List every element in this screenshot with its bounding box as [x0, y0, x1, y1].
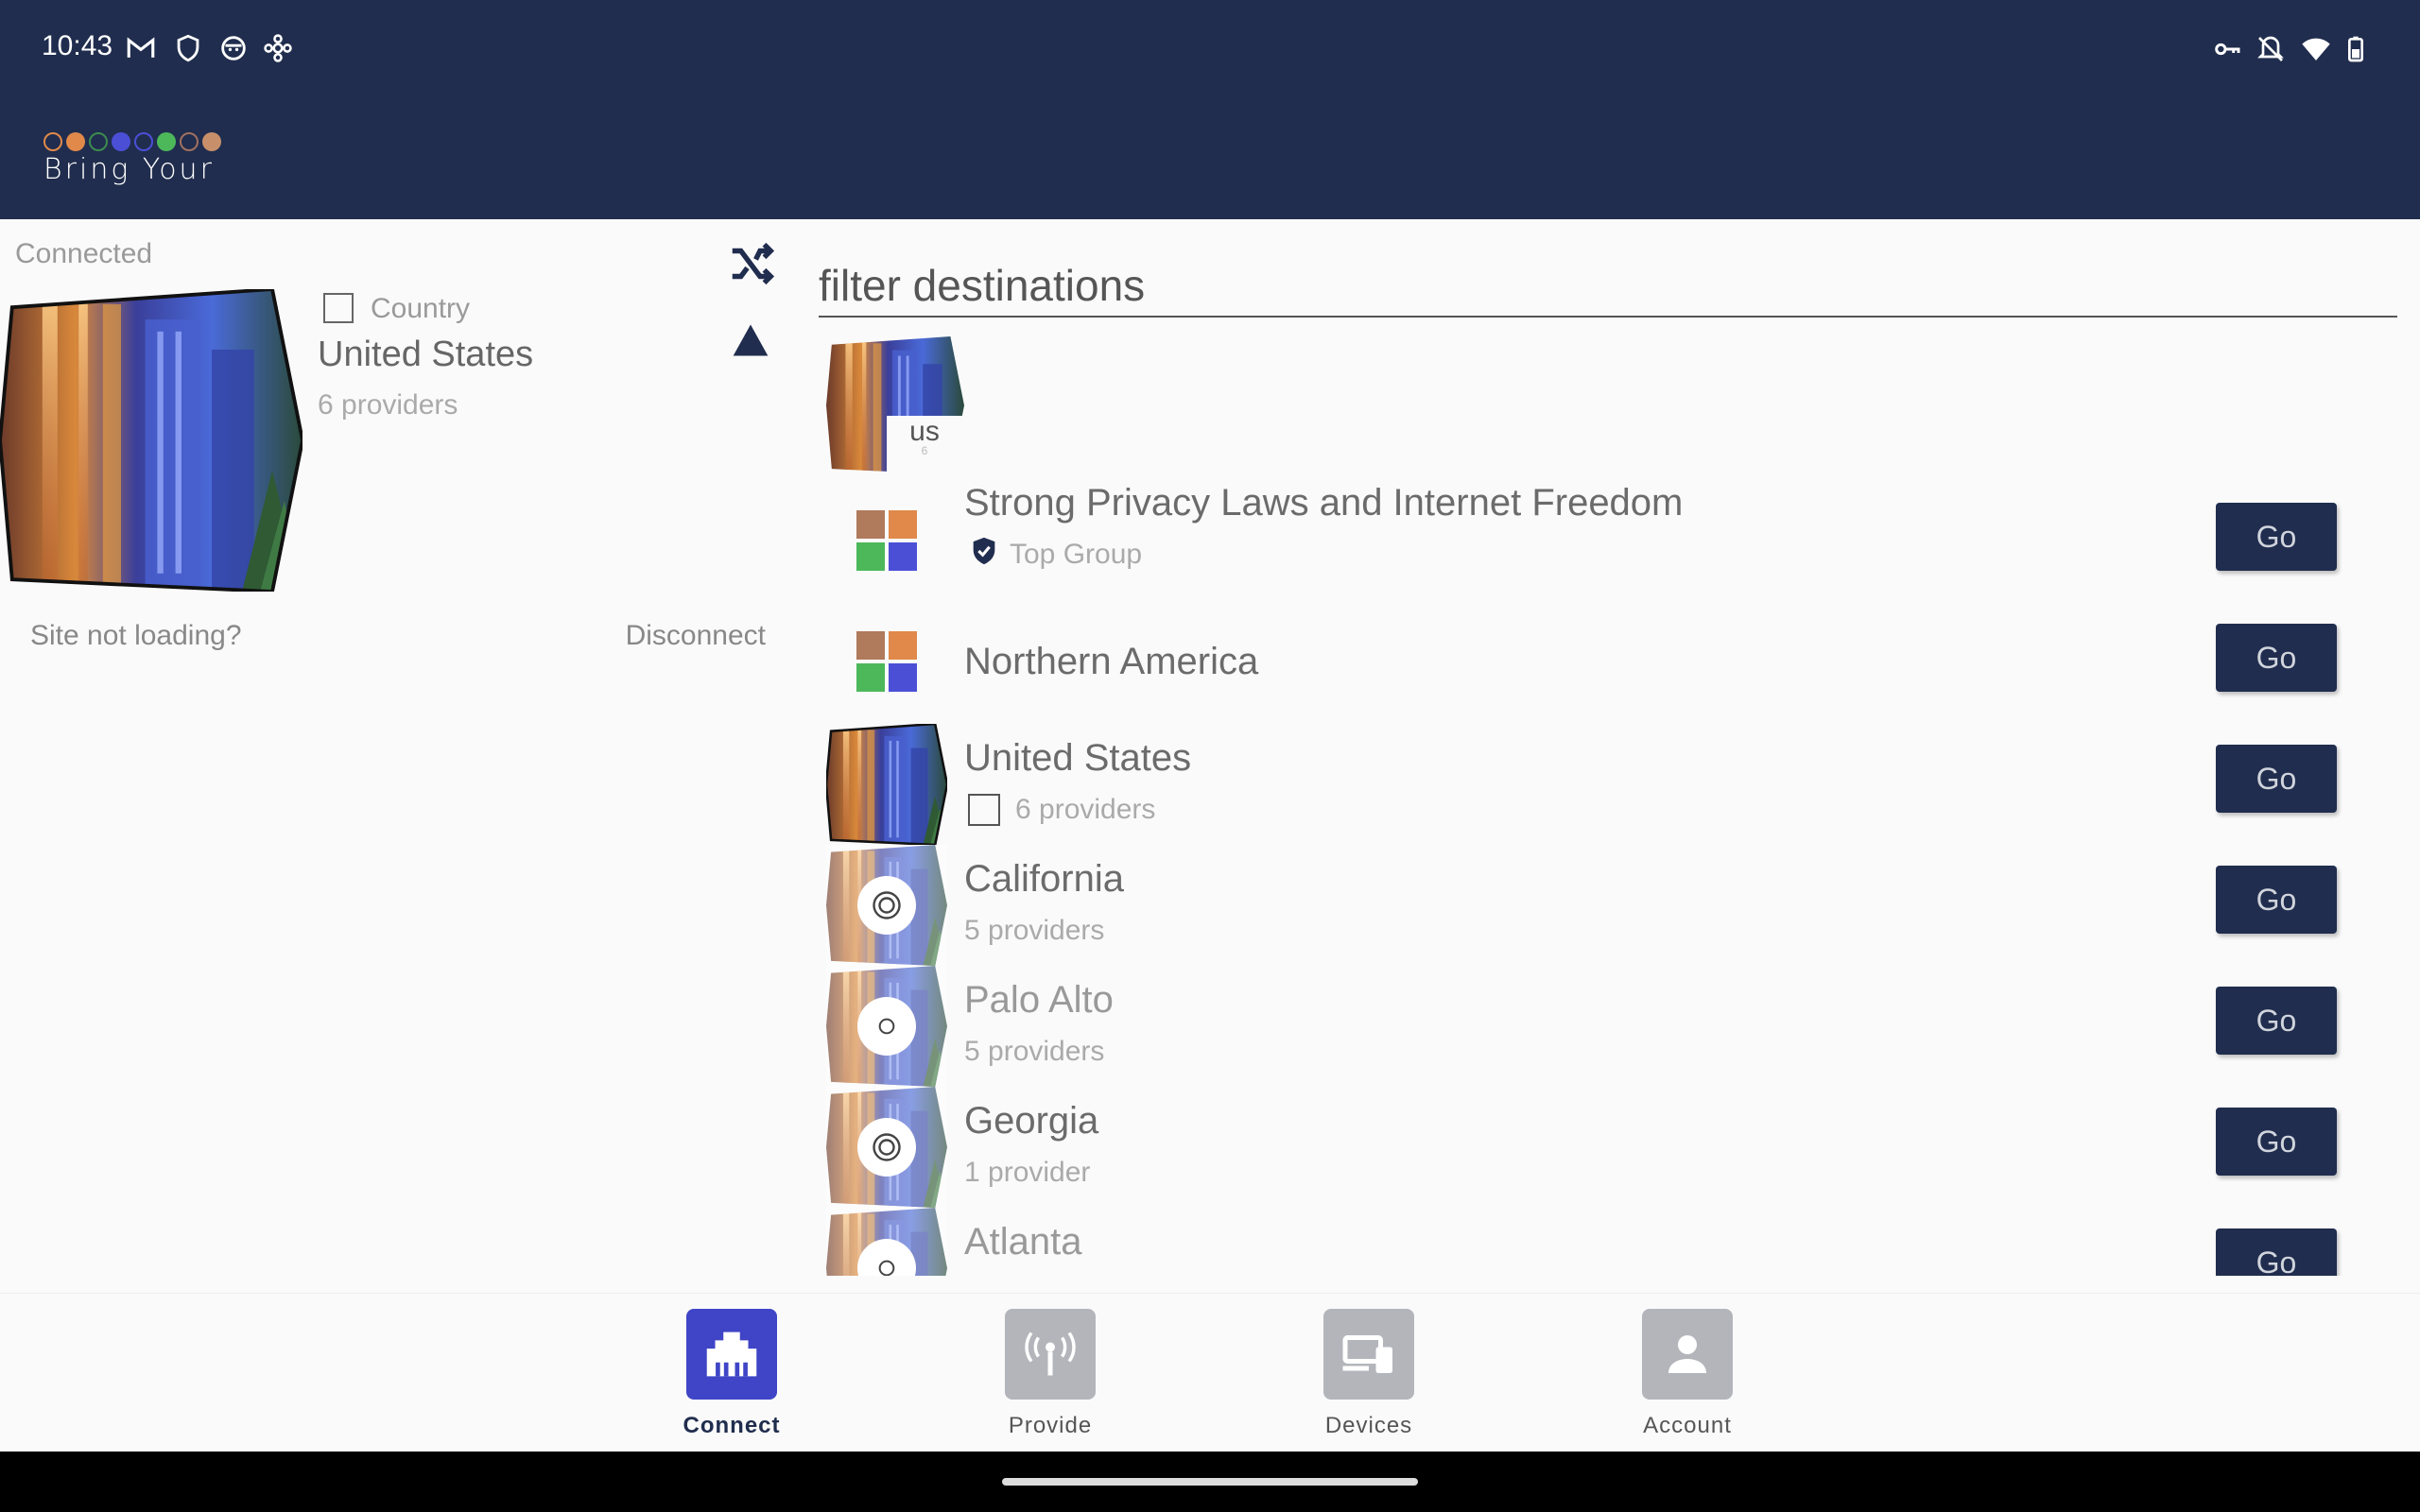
destinations-list: us 6 Strong Privacy Laws and Internet Fr… [824, 331, 2394, 1276]
us-tile-count: 6 [921, 444, 928, 457]
devices-tile [1323, 1309, 1414, 1400]
region-icon [857, 1118, 916, 1177]
location-thumbnail [826, 1208, 947, 1276]
go-button[interactable]: Go [2216, 866, 2337, 934]
list-item-subtitle: Top Group [1010, 539, 1143, 570]
nav-connect-label: Connect [683, 1413, 781, 1438]
verified-shield-icon [973, 537, 995, 565]
go-button[interactable]: Go [2216, 987, 2337, 1055]
us-tile-label: us 6 [887, 416, 962, 474]
location-thumbnail [826, 966, 947, 1087]
nav-connect[interactable]: Connect [656, 1309, 807, 1451]
mute-icon [2257, 36, 2284, 61]
logo-dot [180, 132, 199, 151]
go-button[interactable]: Go [2216, 745, 2337, 813]
us-tile-code: us [909, 416, 940, 447]
list-item-northern-america[interactable]: Northern America Go [824, 603, 2394, 724]
logo-dot [89, 132, 108, 151]
list-item-title: Northern America [964, 641, 1259, 682]
nav-provide[interactable]: Provide [975, 1309, 1126, 1451]
shuffle-icon[interactable] [724, 238, 779, 289]
logo-dot [43, 132, 62, 151]
collapse-triangle-icon[interactable] [728, 319, 773, 361]
logo-dot [112, 132, 130, 151]
us-country-tile[interactable]: us 6 [826, 336, 964, 474]
connection-type-label: Country [371, 293, 471, 324]
logo-dots [43, 132, 221, 151]
group-icon [856, 631, 917, 692]
logo-text: Bring Your [43, 153, 215, 186]
location-thumbnail [826, 724, 947, 845]
connected-provider-count: 6 providers [318, 389, 458, 421]
list-item-georgia[interactable]: Georgia 1 provider Go [824, 1087, 2394, 1208]
filter-destinations-input[interactable] [819, 255, 2397, 318]
list-item-strong-privacy[interactable]: Strong Privacy Laws and Internet Freedom… [824, 482, 2394, 603]
nav-account[interactable]: Account [1612, 1309, 1763, 1451]
connect-tile [686, 1309, 777, 1400]
ethernet-icon [706, 1332, 757, 1377]
region-icon [857, 876, 916, 935]
disconnect-link[interactable]: Disconnect [626, 620, 766, 652]
list-item-united-states[interactable]: United States 6 providers Go [824, 724, 2394, 845]
list-item-subtitle: 5 providers [964, 915, 1105, 946]
devices-icon [1342, 1335, 1392, 1373]
home-gesture-handle[interactable] [1002, 1478, 1418, 1486]
country-checkbox[interactable] [323, 293, 354, 323]
connection-status: Connected [15, 238, 153, 269]
vpn-key-icon [2215, 43, 2240, 56]
status-time: 10:43 [42, 30, 113, 61]
list-item-california[interactable]: California 5 providers Go [824, 845, 2394, 966]
list-item-title: California [964, 858, 1124, 900]
nav-provide-label: Provide [1008, 1413, 1093, 1438]
battery-icon [2348, 36, 2363, 62]
list-item-checkbox[interactable] [968, 794, 1000, 826]
connected-location-image [0, 289, 302, 592]
list-item-palo-alto[interactable]: Palo Alto 5 providers Go [824, 966, 2394, 1087]
go-button[interactable]: Go [2216, 1108, 2337, 1176]
site-not-loading-link[interactable]: Site not loading? [30, 620, 242, 652]
bottom-navigation: Connect Provide Devices Account [0, 1293, 2420, 1452]
account-tile [1642, 1309, 1733, 1400]
list-item-title: Georgia [964, 1100, 1099, 1142]
antenna-icon [1025, 1332, 1076, 1376]
shield-icon [177, 34, 199, 62]
list-item-subtitle: 6 providers [1015, 794, 1156, 825]
go-button[interactable]: Go [2216, 1228, 2337, 1276]
nav-account-label: Account [1643, 1413, 1732, 1438]
city-icon [857, 997, 916, 1056]
list-item-title: Atlanta [964, 1221, 1082, 1263]
go-button[interactable]: Go [2216, 624, 2337, 692]
list-item-subtitle: 5 providers [964, 1036, 1105, 1067]
city-icon [857, 1239, 916, 1276]
list-item-title: United States [964, 737, 1192, 779]
group-icon [856, 510, 917, 571]
list-item-title: Strong Privacy Laws and Internet Freedom [964, 482, 1684, 524]
app-header: 10:43 Bring Your [0, 0, 2420, 219]
logo-dot [157, 132, 176, 151]
logo-dot [66, 132, 85, 151]
list-item-subtitle: 1 provider [964, 1157, 1091, 1188]
logo-dot [134, 132, 153, 151]
app-logo: Bring Your [43, 132, 221, 186]
system-navigation-bar [0, 1452, 2420, 1512]
go-button[interactable]: Go [2216, 503, 2337, 571]
list-item-atlanta[interactable]: Atlanta Go [824, 1208, 2394, 1276]
gmail-icon [127, 37, 155, 58]
nav-devices-label: Devices [1324, 1413, 1413, 1438]
location-thumbnail [826, 845, 947, 966]
person-icon [1668, 1335, 1706, 1373]
list-item-title: Palo Alto [964, 979, 1114, 1021]
nav-devices[interactable]: Devices [1293, 1309, 1444, 1451]
face-icon [221, 36, 246, 60]
location-thumbnail [826, 1087, 947, 1208]
wifi-icon [2302, 38, 2330, 60]
network-icon [264, 34, 292, 62]
logo-dot [202, 132, 221, 151]
provide-tile [1005, 1309, 1096, 1400]
connected-location-name: United States [318, 335, 534, 374]
